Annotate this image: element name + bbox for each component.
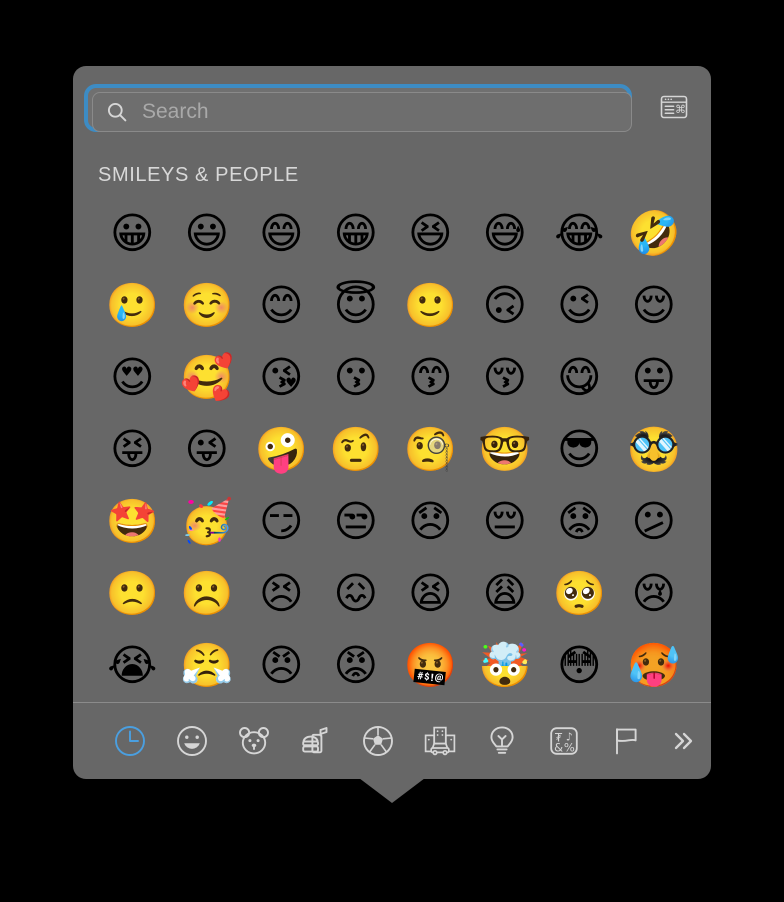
svg-text:%: % [564,740,575,754]
emoji-grinning-face-with-sweat[interactable]: 😅 [468,198,543,270]
emoji-face-with-tears-of-joy[interactable]: 😂 [542,198,617,270]
emoji-exploding-head[interactable]: 🤯 [468,630,543,702]
emoji-disappointed-face[interactable]: 😞 [393,486,468,558]
bear-icon [239,727,269,755]
tab-objects[interactable] [471,710,533,772]
tab-food-drink[interactable] [285,710,347,772]
emoji-winking-face-with-tongue[interactable]: 😜 [170,414,245,486]
flag-icon [616,728,637,755]
tab-overflow[interactable] [657,710,709,772]
emoji-smiling-face-with-hearts[interactable]: 🥰 [170,342,245,414]
tab-smileys-people[interactable] [161,710,223,772]
car-buildings-icon [424,726,456,756]
emoji-slightly-frowning-face[interactable]: 🙁 [95,558,170,630]
emoji-angry-face[interactable]: 😠 [244,630,319,702]
emoji-beaming-face-with-smiling-eyes[interactable]: 😁 [319,198,394,270]
emoji-confounded-face[interactable]: 😖 [319,558,394,630]
emoji-pouting-face[interactable]: 😡 [319,630,394,702]
emoji-flushed-face[interactable]: 😳 [542,630,617,702]
emoji-smiling-face[interactable]: ☺️ [170,270,245,342]
emoji-winking-face[interactable]: 😉 [542,270,617,342]
tab-activity[interactable] [347,710,409,772]
emoji-frowning-face[interactable]: ☹️ [170,558,245,630]
category-tabbar: ₮ ♪ & % [73,703,711,779]
emoji-grinning-face[interactable]: 😀 [95,198,170,270]
emoji-smiling-face-with-sunglasses[interactable]: 😎 [542,414,617,486]
emoji-face-savoring-food[interactable]: 😋 [542,342,617,414]
emoji-kissing-face[interactable]: 😗 [319,342,394,414]
smiley-icon [177,726,207,756]
emoji-persevering-face[interactable]: 😣 [244,558,319,630]
emoji-face-with-monocle[interactable]: 🧐 [393,414,468,486]
character-viewer-icon: ⌘ [660,95,688,119]
svg-text:&: & [554,740,563,754]
emoji-partying-face[interactable]: 🥳 [170,486,245,558]
emoji-relieved-face[interactable]: 😌 [617,270,692,342]
emoji-disguised-face[interactable]: 🥸 [617,414,692,486]
emoji-picker-popover: ⌘ SMILEYS & PEOPLE 😀😃😄😁😆😅😂🤣 🥲☺️😊😇🙂🙃😉😌 😍🥰😘😗… [73,66,711,779]
emoji-loudly-crying-face[interactable]: 😭 [95,630,170,702]
svg-text:⌘: ⌘ [675,103,686,116]
emoji-pleading-face[interactable]: 🥺 [542,558,617,630]
emoji-pensive-face[interactable]: 😔 [468,486,543,558]
emoji-smiling-face-with-tear[interactable]: 🥲 [95,270,170,342]
emoji-squinting-face-with-tongue[interactable]: 😝 [95,414,170,486]
emoji-kissing-face-with-closed-eyes[interactable]: 😚 [468,342,543,414]
symbols-icon: ₮ ♪ & % [550,727,578,755]
emoji-kissing-face-with-smiling-eyes[interactable]: 😙 [393,342,468,414]
search-input[interactable] [142,97,631,127]
emoji-face-with-steam-from-nose[interactable]: 😤 [170,630,245,702]
emoji-unamused-face[interactable]: 😒 [319,486,394,558]
emoji-grinning-squinting-face[interactable]: 😆 [393,198,468,270]
search-field[interactable] [92,92,632,132]
emoji-grinning-face-with-big-eyes[interactable]: 😃 [170,198,245,270]
emoji-nerd-face[interactable]: 🤓 [468,414,543,486]
emoji-face-blowing-a-kiss[interactable]: 😘 [244,342,319,414]
search-row: ⌘ [84,84,700,132]
emoji-rolling-on-the-floor-laughing[interactable]: 🤣 [617,198,692,270]
emoji-smiling-face-with-smiling-eyes[interactable]: 😊 [244,270,319,342]
soccer-ball-icon [363,726,393,756]
emoji-smiling-face-with-halo[interactable]: 😇 [319,270,394,342]
emoji-grid: 😀 😃 😄 😁 😆 😅 😂 🤣 🥲 ☺️ 😊 😇 🙂 🙃 😉 😌 😍 🥰 😘 😗 😙 😚 😋 😛 😝 😜 🤪 🤨 🧐 🤓 😎 🥸 🤩 🥳 😏 😒 😞 😔 😟… [95,198,691,702]
emoji-confused-face[interactable]: 😕 [617,486,692,558]
clock-icon [115,726,145,756]
tab-symbols[interactable]: ₮ ♪ & % [533,710,595,772]
food-drink-icon [302,727,328,754]
emoji-weary-face[interactable]: 😩 [468,558,543,630]
tab-animals-nature[interactable] [223,710,285,772]
emoji-upside-down-face[interactable]: 🙃 [468,270,543,342]
search-focus-ring [84,84,632,132]
double-chevron-right-icon [674,732,693,750]
emoji-face-with-raised-eyebrow[interactable]: 🤨 [319,414,394,486]
emoji-tired-face[interactable]: 😫 [393,558,468,630]
tab-travel-places[interactable] [409,710,471,772]
emoji-hot-face[interactable]: 🥵 [617,630,692,702]
popover-tail [355,775,429,805]
emoji-zany-face[interactable]: 🤪 [244,414,319,486]
search-icon [107,102,127,122]
emoji-face-with-symbols-on-mouth[interactable]: 🤬 [393,630,468,702]
emoji-smirking-face[interactable]: 😏 [244,486,319,558]
emoji-star-struck[interactable]: 🤩 [95,486,170,558]
tab-flags[interactable] [595,710,657,772]
emoji-worried-face[interactable]: 😟 [542,486,617,558]
character-viewer-button[interactable]: ⌘ [656,92,692,122]
tab-frequently-used[interactable] [99,710,161,772]
emoji-grinning-face-with-smiling-eyes[interactable]: 😄 [244,198,319,270]
section-header: SMILEYS & PEOPLE [98,164,299,186]
emoji-crying-face[interactable]: 😢 [617,558,692,630]
emoji-smiling-face-with-heart-eyes[interactable]: 😍 [95,342,170,414]
emoji-slightly-smiling-face[interactable]: 🙂 [393,270,468,342]
emoji-face-with-tongue[interactable]: 😛 [617,342,692,414]
lightbulb-icon [490,726,514,754]
